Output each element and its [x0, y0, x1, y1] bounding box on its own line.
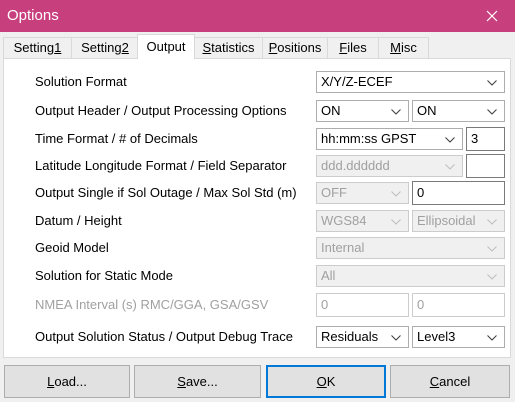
chevron-down-icon	[487, 109, 497, 115]
select-value: WGS84	[321, 213, 367, 228]
height-select[interactable]: Ellipsoidal	[412, 210, 505, 232]
button-label-rest: K	[326, 374, 336, 389]
static-mode-select[interactable]: All	[316, 265, 505, 287]
save-button[interactable]: Save...	[134, 365, 261, 398]
tab-mnemonic: 1	[54, 40, 62, 55]
close-icon	[486, 10, 498, 22]
static-mode-label: Solution for Static Mode	[35, 268, 174, 283]
select-value: ON	[417, 103, 437, 118]
chevron-down-icon	[487, 219, 497, 225]
chevron-down-icon	[487, 274, 497, 280]
solution-format-label: Solution Format	[35, 74, 127, 89]
datum-height-label: Datum / Height	[35, 213, 122, 228]
tab-label-rest: iles	[347, 40, 367, 55]
time-format-label: Time Format / # of Decimals	[35, 131, 198, 146]
select-value: X/Y/Z-ECEF	[321, 74, 393, 89]
select-value: OFF	[321, 185, 347, 200]
chevron-down-icon	[391, 191, 401, 197]
button-mnemonic: O	[316, 374, 327, 389]
solution-format-select[interactable]: X/Y/Z-ECEF	[316, 71, 505, 93]
decimals-input[interactable]: 3	[466, 127, 505, 151]
select-value: Residuals	[321, 329, 379, 344]
lat-lon-format-select[interactable]: ddd.dddddd	[316, 155, 463, 177]
chevron-down-icon	[391, 219, 401, 225]
chevron-down-icon	[487, 246, 497, 252]
lat-lon-format-label: Latitude Longitude Format / Field Separa…	[35, 158, 287, 173]
tab-setting1[interactable]: Setting1	[3, 37, 72, 58]
tab-statistics[interactable]: Statistics	[194, 37, 263, 58]
output-processing-options-select[interactable]: ON	[412, 100, 505, 122]
button-label-rest: ancel	[439, 374, 471, 389]
chevron-down-icon	[487, 335, 497, 341]
tab-mnemonic: P	[268, 40, 278, 55]
title-bar: Options	[0, 0, 515, 32]
geoid-model-label: Geoid Model	[35, 240, 109, 255]
select-value: Level3	[417, 329, 456, 344]
solution-status-select[interactable]: Residuals	[316, 326, 409, 348]
cancel-button[interactable]: Cancel	[390, 365, 510, 398]
nmea-rmc-gga-input[interactable]: 0	[316, 293, 409, 317]
tab-mnemonic: M	[390, 40, 401, 55]
input-value: 0	[417, 297, 425, 312]
field-separator-input[interactable]	[466, 154, 505, 178]
select-value: Ellipsoidal	[417, 213, 476, 228]
select-value: ON	[321, 103, 341, 118]
output-single-label: Output Single if Sol Outage / Max Sol St…	[35, 185, 297, 200]
close-button[interactable]	[469, 0, 515, 32]
max-sol-std-input[interactable]: 0	[412, 181, 505, 205]
load-button[interactable]: Load...	[4, 365, 130, 398]
tab-mnemonic: 2	[121, 40, 129, 55]
button-mnemonic: S	[177, 374, 186, 389]
tab-mnemonic: S	[202, 40, 212, 55]
input-value: 0	[321, 297, 329, 312]
nmea-interval-label: NMEA Interval (s) RMC/GGA, GSA/GSV	[35, 297, 269, 312]
time-format-select[interactable]: hh:mm:ss GPST	[316, 128, 463, 150]
button-mnemonic: C	[429, 374, 440, 389]
tab-files[interactable]: Files	[327, 37, 379, 58]
window-title: Options	[7, 7, 59, 24]
output-header-label: Output Header / Output Processing Option…	[35, 103, 287, 118]
button-label-rest: oad...	[54, 374, 87, 389]
select-value: ddd.dddddd	[321, 158, 390, 173]
tab-label-rest: tatistics	[211, 40, 255, 55]
tab-label: Output	[146, 39, 186, 54]
button-label-rest: ave...	[185, 374, 218, 389]
chevron-down-icon	[487, 80, 497, 86]
geoid-model-select[interactable]: Internal	[316, 237, 505, 259]
tab-setting2[interactable]: Setting2	[71, 37, 139, 58]
input-value: 0	[417, 185, 425, 200]
debug-trace-select[interactable]: Level3	[412, 326, 505, 348]
tab-label-rest: ositions	[277, 40, 322, 55]
select-value: Internal	[321, 240, 365, 255]
datum-select[interactable]: WGS84	[316, 210, 409, 232]
chevron-down-icon	[445, 137, 455, 143]
solution-status-label: Output Solution Status / Output Debug Tr…	[35, 329, 293, 344]
options-dialog: Options Setting1 Setting2 Output Statist…	[0, 0, 515, 402]
select-value: hh:mm:ss GPST	[321, 131, 417, 146]
tab-misc[interactable]: Misc	[378, 37, 429, 58]
select-value: All	[321, 268, 336, 283]
chevron-down-icon	[391, 335, 401, 341]
tab-label: Setting	[81, 40, 122, 55]
ok-button[interactable]: OK	[266, 365, 386, 398]
output-header-select[interactable]: ON	[316, 100, 409, 122]
nmea-gsa-gsv-input[interactable]: 0	[412, 293, 505, 317]
chevron-down-icon	[445, 164, 455, 170]
tab-label-rest: isc	[400, 40, 417, 55]
input-value: 3	[471, 131, 479, 146]
chevron-down-icon	[391, 109, 401, 115]
tab-label: Setting	[13, 40, 55, 55]
output-single-select[interactable]: OFF	[316, 182, 409, 204]
tab-output[interactable]: Output	[137, 34, 195, 59]
tab-positions[interactable]: Positions	[262, 37, 328, 58]
